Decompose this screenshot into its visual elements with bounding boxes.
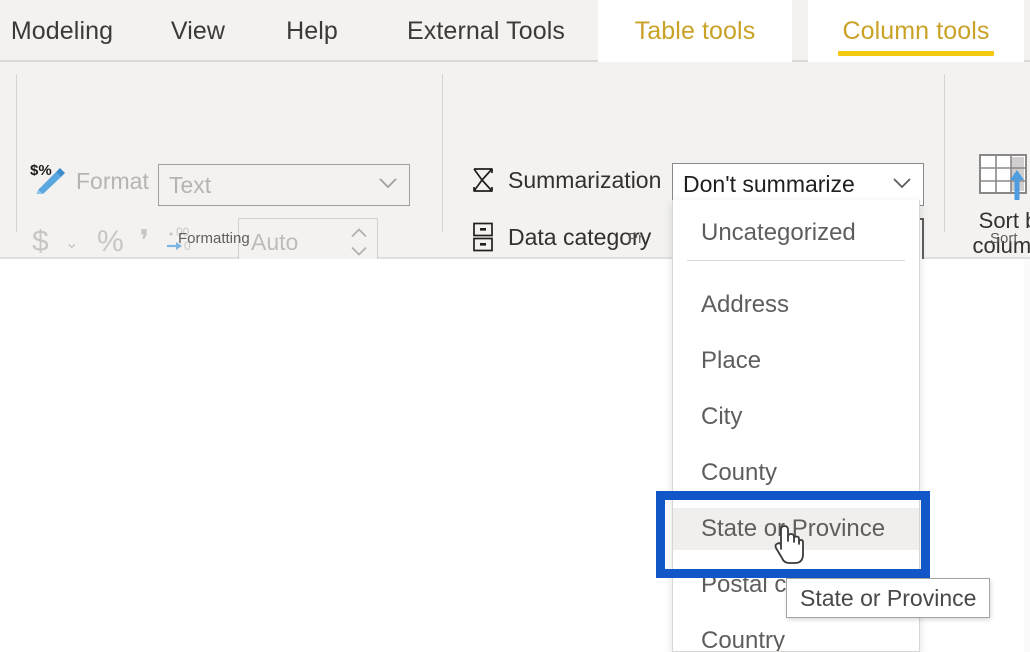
tab-table-tools[interactable]: Table tools	[598, 0, 792, 62]
dropdown-item-place[interactable]: Place	[673, 340, 919, 382]
currency-dollar-icon[interactable]: $	[32, 227, 49, 257]
tab-view-label: View	[170, 16, 226, 45]
tab-table-tools-label: Table tools	[634, 16, 756, 45]
dropdown-item-label: Place	[701, 347, 762, 374]
dropdown-item-county[interactable]: County	[673, 452, 919, 494]
format-label: Format	[76, 168, 149, 194]
chevron-down-icon	[351, 246, 367, 256]
tab-column-tools-active-indicator	[838, 51, 994, 56]
group-label-properties: Pr	[628, 230, 643, 247]
chevron-down-icon[interactable]: ⌄	[65, 234, 79, 251]
format-combobox-value: Text	[169, 171, 212, 198]
dropdown-divider	[687, 260, 905, 261]
dropdown-item-label: Country	[701, 627, 786, 652]
tab-view[interactable]: View	[148, 0, 248, 62]
sigma-icon	[468, 165, 498, 195]
dropdown-item-state-or-province[interactable]: State or Province	[673, 508, 919, 550]
ribbon-tabstrip: Modeling View Help External Tools Table …	[0, 0, 1030, 62]
group-separator-left	[16, 74, 17, 232]
tooltip-text: State or Province	[800, 584, 977, 611]
chevron-up-icon	[351, 228, 367, 238]
tab-external-tools-label: External Tools	[407, 16, 565, 45]
dropdown-item-label: Uncategorized	[701, 219, 856, 246]
tab-modeling[interactable]: Modeling	[0, 0, 142, 62]
tab-help-label: Help	[286, 16, 338, 45]
dropdown-item-country[interactable]: Country	[673, 620, 919, 652]
dropdown-item-label: State or Province	[701, 515, 886, 542]
summarization-row: Summarization	[468, 165, 661, 195]
percent-icon[interactable]: %	[97, 227, 124, 257]
summarization-label: Summarization	[508, 166, 662, 193]
group-label-formatting: Formatting	[178, 230, 250, 247]
group-label-sort: Sort	[990, 230, 1018, 247]
dropdown-item-label: Address	[701, 291, 790, 318]
tab-external-tools[interactable]: External Tools	[380, 0, 592, 62]
tooltip: State or Province	[786, 578, 991, 618]
tab-modeling-label: Modeling	[10, 16, 114, 45]
format-combobox[interactable]: Text	[158, 164, 410, 206]
thousands-separator-icon[interactable]: ❜	[140, 227, 150, 257]
summarization-combobox-value: Don't summarize	[683, 171, 855, 197]
dropdown-item-label: City	[701, 403, 743, 430]
chevron-down-icon	[893, 176, 911, 194]
chevron-down-icon	[379, 176, 397, 194]
format-currency-percent-icon: $%	[30, 160, 70, 195]
data-category-icon	[468, 222, 498, 252]
canvas-right-edge	[1024, 259, 1030, 652]
sort-by-column-icon	[979, 154, 1030, 202]
power-bi-window: Modeling View Help External Tools Table …	[0, 0, 1030, 652]
tab-column-tools-label: Column tools	[842, 16, 990, 45]
group-separator-formatting-properties	[442, 74, 443, 232]
svg-text:$%: $%	[30, 162, 52, 179]
tab-help[interactable]: Help	[262, 0, 362, 62]
dropdown-item-uncategorized[interactable]: Uncategorized	[673, 212, 919, 254]
stepper-arrows[interactable]	[351, 228, 367, 256]
dropdown-item-city[interactable]: City	[673, 396, 919, 438]
dropdown-item-address[interactable]: Address	[673, 284, 919, 326]
dropdown-item-label: County	[701, 459, 778, 486]
group-separator-properties-sort	[944, 74, 945, 232]
tab-column-tools[interactable]: Column tools	[808, 0, 1024, 62]
data-category-row: Data category	[468, 222, 651, 252]
